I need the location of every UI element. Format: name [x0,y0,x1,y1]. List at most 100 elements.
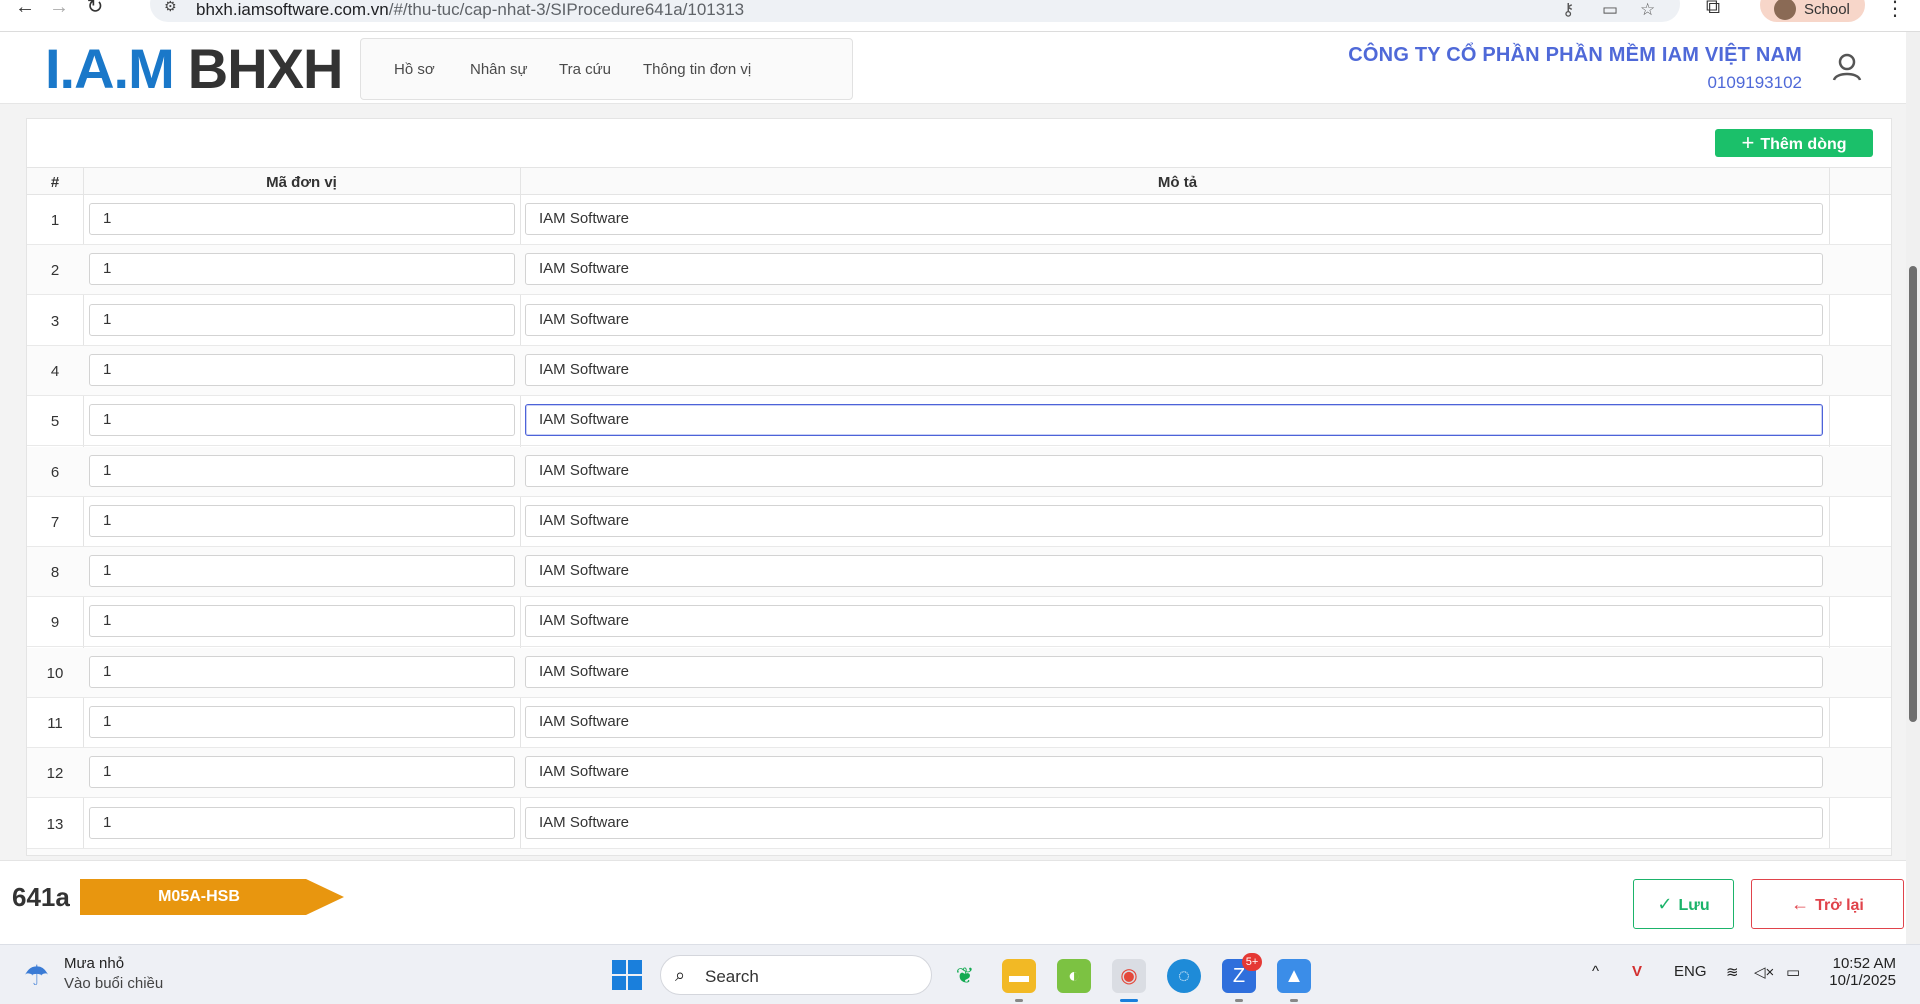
ma-don-vi-input[interactable]: 1 [89,806,515,839]
table-row: 8 1 IAM Software [27,547,1891,598]
row-index: 5 [50,413,60,431]
main-content: + Thêm dòng # Mã đơn vị Mô tả 1 1 IAM Softw… [26,118,1892,856]
ma-don-vi-input[interactable]: 1 [89,655,515,688]
nav-item-nhan-su[interactable]: Nhân sự [470,61,528,78]
zalo-icon[interactable]: Z 5+ [1222,953,1262,1002]
mo-ta-input[interactable]: IAM Software [525,353,1823,386]
column-header-mo-ta: Mô tả [1157,174,1198,191]
table-row: 3 1 IAM Software [27,296,1891,346]
scrollbar-thumb[interactable] [1909,266,1917,722]
mo-ta-input[interactable]: IAM Software [525,454,1823,487]
add-row-button[interactable]: + Thêm dòng [1715,129,1873,157]
check-icon: ✓ [1657,894,1673,914]
ma-don-vi-input[interactable]: 1 [89,353,515,386]
table-row: 5 1 IAM Software [27,396,1891,447]
photos-icon[interactable]: ▲ [1277,959,1311,1002]
windows-taskbar: ☂ Mưa nhỏ Vào buổi chiều ⌕ Search ❦ ▬ ◐ … [0,944,1920,1004]
row-index: 4 [50,362,60,380]
mo-ta-input[interactable]: IAM Software [525,605,1823,638]
mo-ta-input[interactable]: IAM Software [525,555,1823,588]
edge-icon[interactable]: ◌ [1167,959,1201,993]
site-info-icon[interactable]: ⚙ [164,0,177,15]
save-button[interactable]: ✓ Lưu [1633,879,1734,929]
table-row: 11 1 IAM Software [27,698,1891,748]
browser-toolbar: ← → ↻ ⚙ bhxh.iamsoftware.com.vn/#/thu-tu… [0,0,1920,32]
nav-item-ho-so[interactable]: Hồ sơ [394,61,435,78]
user-icon[interactable] [1827,48,1867,88]
ma-don-vi-input[interactable]: 1 [89,203,515,235]
coccoc-browser-icon[interactable]: ◐ [1057,959,1091,993]
reload-icon[interactable]: ↻ [82,0,108,20]
back-arrow-icon[interactable]: ← [12,0,38,20]
nav-item-thong-tin-don-vi[interactable]: Thông tin đơn vị [643,61,751,78]
mo-ta-input[interactable]: IAM Software [525,504,1823,537]
ma-don-vi-input[interactable]: 1 [89,303,515,336]
profile-label: School [1804,1,1850,18]
back-button[interactable]: ← Trở lại [1751,879,1904,929]
address-bar[interactable]: ⚙ bhxh.iamsoftware.com.vn/#/thu-tuc/cap-… [150,0,1680,22]
extensions-icon[interactable]: ⧉ [1700,0,1726,20]
table-row: 12 1 IAM Software [27,748,1891,799]
mo-ta-input[interactable]: IAM Software [525,655,1823,688]
system-clock[interactable]: 10:52 AM 10/1/2025 [1826,955,1896,989]
mo-ta-input[interactable]: IAM Software [525,706,1823,738]
ma-don-vi-input[interactable]: 1 [89,404,515,437]
notification-badge: 5+ [1242,953,1262,971]
language-indicator[interactable]: ENG [1674,963,1707,980]
clock-date: 10/1/2025 [1829,972,1896,989]
logo-iam: I.A.M [45,37,175,100]
wifi-icon[interactable]: ≋ [1726,963,1739,981]
mongodb-leaf-icon[interactable]: ❦ [948,959,982,993]
company-tax-code: 0109193102 [1707,73,1802,92]
mo-ta-input[interactable]: IAM Software [525,303,1823,336]
mo-ta-input[interactable]: IAM Software [525,253,1823,286]
page-scrollbar[interactable] [1906,32,1920,944]
windows-start-icon[interactable] [612,960,642,990]
ma-don-vi-input[interactable]: 1 [89,454,515,487]
install-app-icon[interactable]: ▭ [1602,0,1618,20]
clock-time: 10:52 AM [1832,955,1896,972]
search-icon: ⌕ [675,965,686,985]
row-index: 12 [46,765,64,783]
column-header-ma-don-vi: Mã đơn vị [266,174,337,191]
weather-subtitle: Vào buổi chiều [64,975,164,992]
ma-don-vi-input[interactable]: 1 [89,605,515,638]
volume-muted-icon[interactable]: ◁× [1754,963,1774,981]
forward-arrow-icon[interactable]: → [46,0,72,20]
ma-don-vi-input[interactable]: 1 [89,706,515,738]
search-label: Search [705,967,759,986]
file-explorer-icon[interactable]: ▬ [1002,959,1036,1002]
profile-button[interactable]: School [1760,0,1865,22]
password-key-icon[interactable]: ⚷ [1562,0,1574,20]
mo-ta-input[interactable]: IAM Software [525,203,1823,235]
browser-menu-icon[interactable]: ⋮ [1885,0,1905,21]
vietkey-icon[interactable]: V [1632,963,1642,980]
table-row: 1 1 IAM Software [27,195,1891,245]
taskbar-search[interactable]: ⌕ Search [660,955,932,995]
column-header-index: # [50,174,60,191]
main-nav: Hồ sơ Nhân sự Tra cứu Thông tin đơn vị [360,38,853,100]
ma-don-vi-input[interactable]: 1 [89,555,515,588]
ma-don-vi-input[interactable]: 1 [89,253,515,286]
bookmark-star-icon[interactable]: ☆ [1640,0,1655,20]
mo-ta-input[interactable]: IAM Software [525,756,1823,789]
weather-title: Mưa nhỏ [64,955,125,972]
app-logo[interactable]: I.A.M BHXH [45,41,343,97]
table-header: # Mã đơn vị Mô tả [27,167,1891,195]
form-tag-label: M05A-HSB [158,888,240,905]
url-text[interactable]: bhxh.iamsoftware.com.vn/#/thu-tuc/cap-nh… [196,0,744,20]
battery-icon[interactable]: ▭ [1786,963,1800,981]
table-row-partial [27,848,1891,855]
row-index: 7 [50,513,60,531]
arrow-left-icon: ← [1791,894,1810,914]
row-index: 6 [50,463,60,481]
ma-don-vi-input[interactable]: 1 [89,756,515,789]
table-row: 10 1 IAM Software [27,647,1891,698]
mo-ta-input[interactable]: IAM Software [525,404,1823,437]
show-hidden-icons-chevron-icon[interactable]: ^ [1592,963,1599,980]
ma-don-vi-input[interactable]: 1 [89,504,515,537]
table-row: 2 1 IAM Software [27,245,1891,296]
nav-item-tra-cuu[interactable]: Tra cứu [559,61,611,78]
mo-ta-input[interactable]: IAM Software [525,806,1823,839]
chrome-icon[interactable]: ◉ [1112,959,1146,1002]
